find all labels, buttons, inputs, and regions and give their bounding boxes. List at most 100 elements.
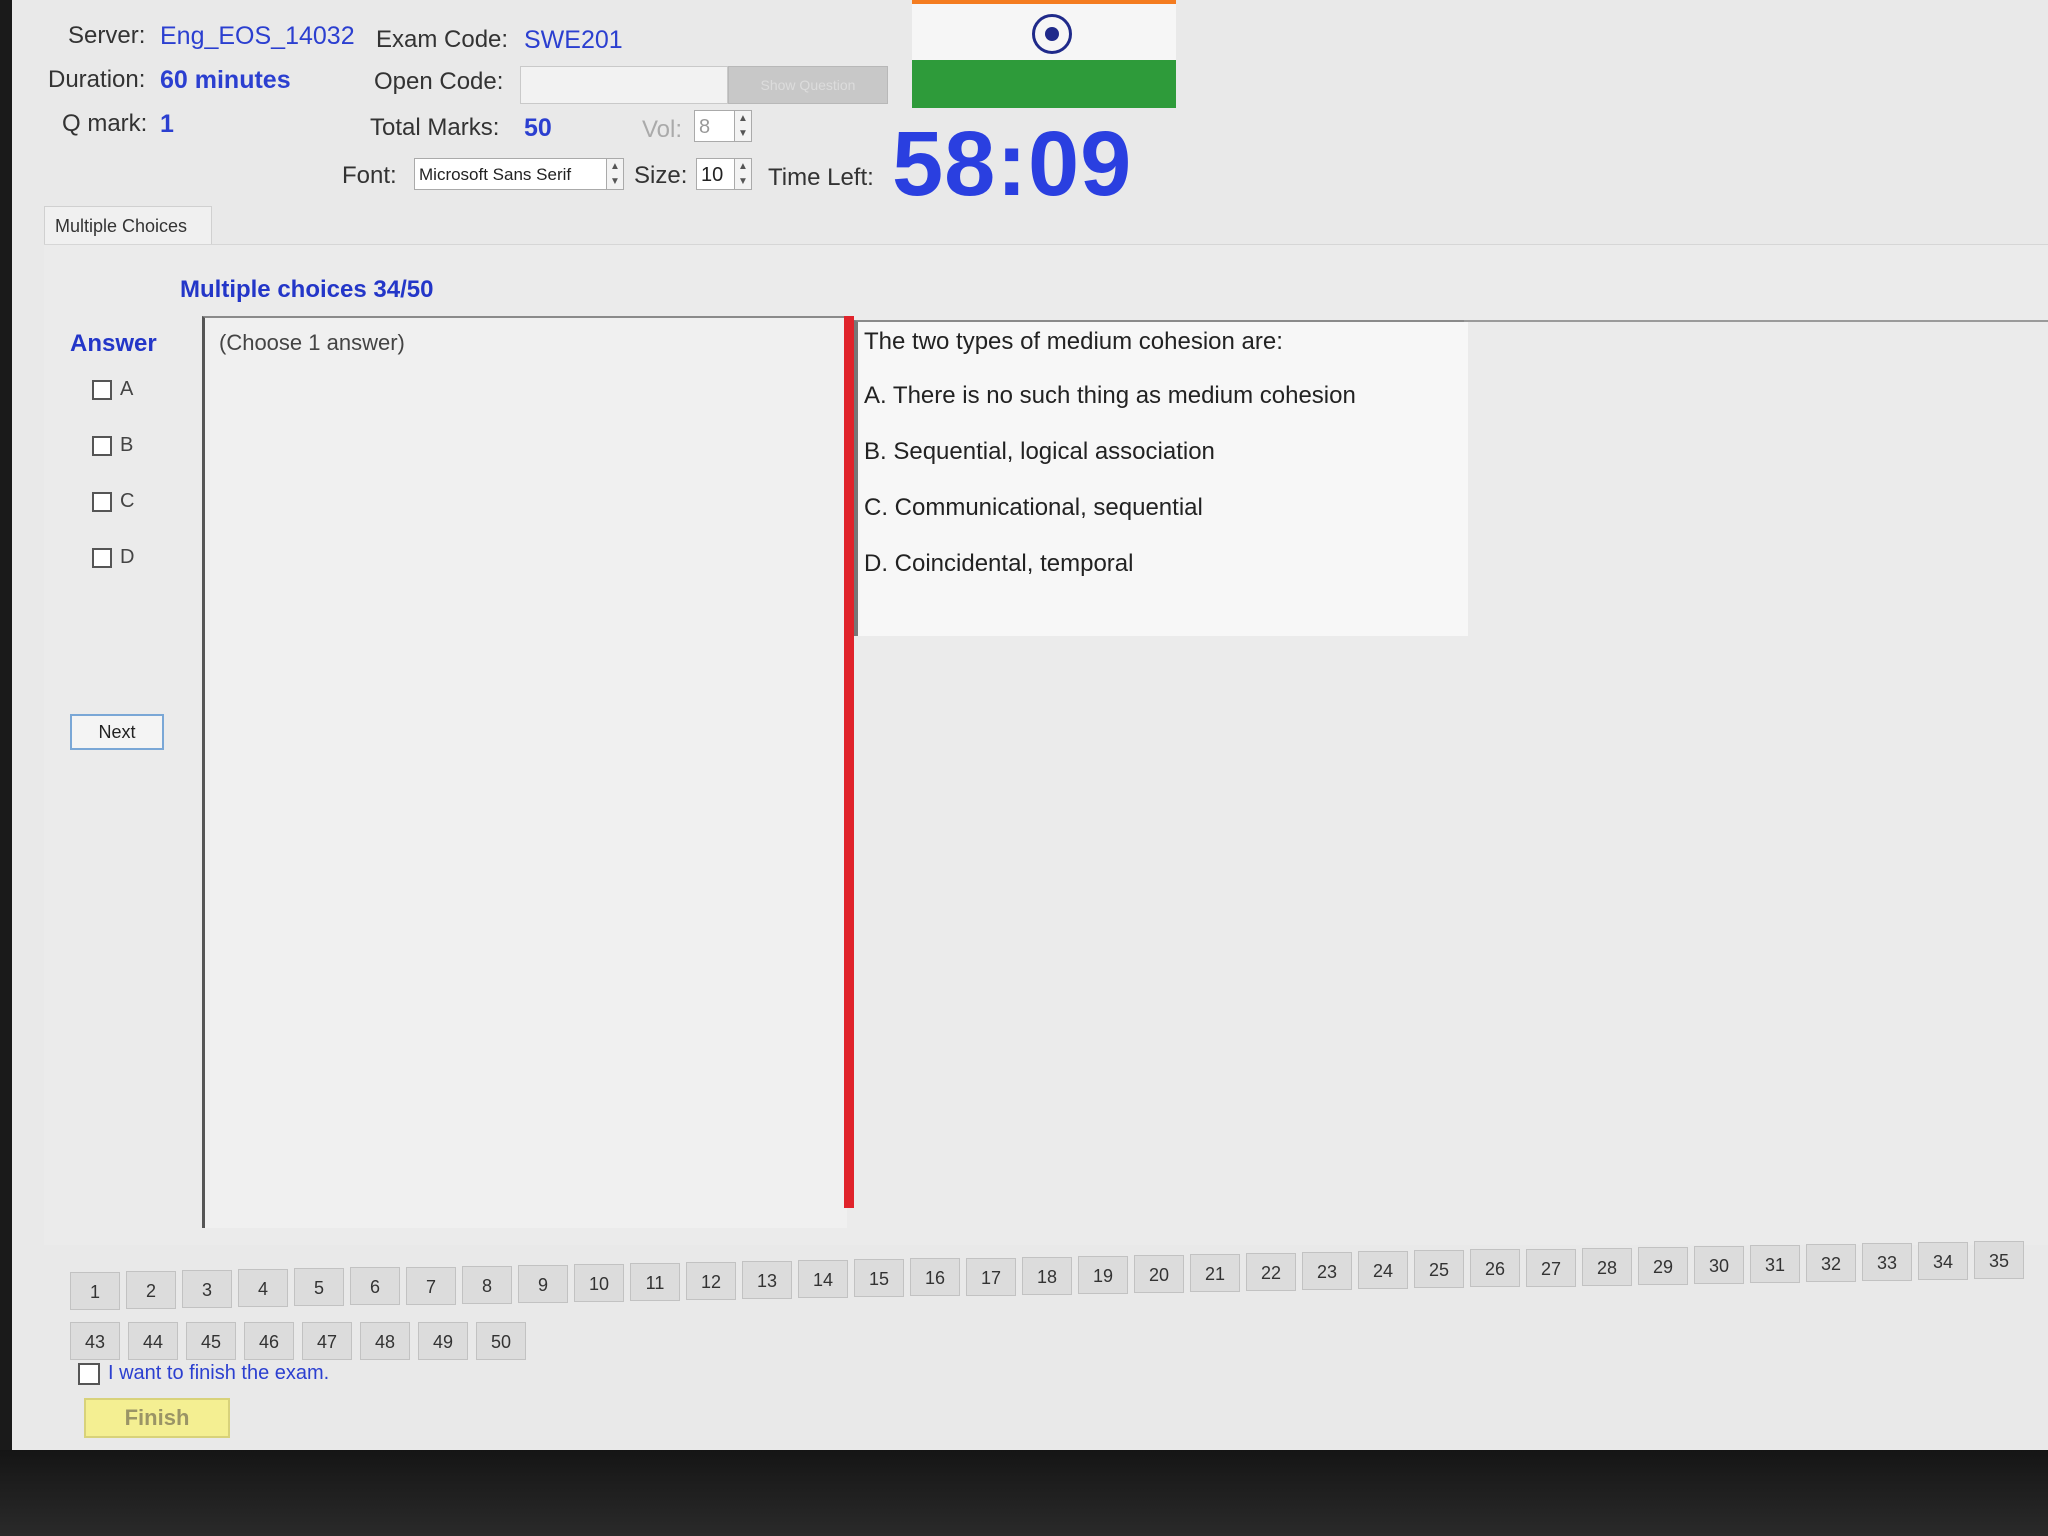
- question-nav-button[interactable]: 9: [518, 1265, 568, 1303]
- question-option-b: B. Sequential, logical association: [864, 438, 1215, 465]
- total-marks-label: Total Marks:: [370, 114, 500, 141]
- checkbox-icon[interactable]: [92, 491, 112, 512]
- open-code-input[interactable]: [520, 66, 728, 104]
- tab-multiple-choices[interactable]: Multiple Choices: [44, 206, 212, 244]
- duration-label: Duration:: [48, 66, 146, 93]
- question-nav-button[interactable]: 28: [1582, 1248, 1632, 1286]
- qmark-label: Q mark:: [62, 110, 148, 137]
- question-nav-button[interactable]: 6: [350, 1267, 400, 1305]
- font-value: Microsoft Sans Serif: [419, 165, 572, 184]
- question-nav-button[interactable]: 24: [1358, 1251, 1408, 1289]
- checkbox-icon[interactable]: [92, 379, 112, 400]
- finish-exam-checkbox[interactable]: I want to finish the exam.: [78, 1362, 329, 1385]
- answer-option-c[interactable]: C: [92, 490, 134, 513]
- question-nav-button[interactable]: 48: [360, 1322, 410, 1360]
- size-spinner[interactable]: 10 ▲ ▼: [696, 158, 752, 190]
- checkbox-icon[interactable]: [78, 1362, 100, 1385]
- answer-option-b[interactable]: B: [92, 434, 133, 457]
- answer-option-d[interactable]: D: [92, 546, 134, 569]
- monitor-bezel: [0, 1450, 2048, 1536]
- show-question-button[interactable]: Show Question: [728, 66, 888, 104]
- question-nav-button[interactable]: 4: [238, 1269, 288, 1307]
- exam-code-value: SWE201: [524, 26, 623, 54]
- question-nav-button[interactable]: 33: [1862, 1243, 1912, 1281]
- total-marks-value: 50: [524, 114, 552, 142]
- exam-window: Server: Eng_EOS_14032 Exam Code: SWE201 …: [12, 0, 2048, 1450]
- question-nav-button[interactable]: 1: [70, 1272, 120, 1310]
- question-nav-button[interactable]: 10: [574, 1264, 624, 1302]
- server-label: Server:: [68, 22, 146, 49]
- question-nav-button[interactable]: 19: [1078, 1256, 1128, 1294]
- next-button[interactable]: Next: [70, 714, 164, 750]
- answer-option-label: C: [120, 490, 135, 512]
- question-nav-button[interactable]: 27: [1526, 1249, 1576, 1287]
- question-nav-button[interactable]: 21: [1190, 1254, 1240, 1292]
- answer-option-label: D: [120, 546, 135, 568]
- question-nav-button[interactable]: 30: [1694, 1246, 1744, 1284]
- question-nav-button[interactable]: 35: [1974, 1241, 2024, 1279]
- question-nav-button[interactable]: 49: [418, 1322, 468, 1360]
- question-nav-button[interactable]: 46: [244, 1322, 294, 1360]
- question-box: The two types of medium cohesion are: A.…: [854, 320, 1468, 636]
- vol-spinner[interactable]: 8 ▲ ▼: [694, 110, 752, 142]
- question-area-border: [1464, 320, 2048, 322]
- finish-button[interactable]: Finish: [84, 1398, 230, 1438]
- question-nav-button[interactable]: 16: [910, 1258, 960, 1296]
- ashoka-chakra-icon: [1032, 14, 1072, 54]
- question-nav-button[interactable]: 7: [406, 1267, 456, 1305]
- panel-divider[interactable]: [844, 316, 854, 1208]
- question-nav-button[interactable]: 3: [182, 1270, 232, 1308]
- question-nav-button[interactable]: 17: [966, 1258, 1016, 1296]
- question-nav-button[interactable]: 32: [1806, 1244, 1856, 1282]
- spinner-arrows-icon[interactable]: ▲ ▼: [734, 159, 751, 189]
- exam-code-label: Exam Code:: [376, 26, 509, 53]
- size-label: Size:: [634, 162, 688, 189]
- question-nav-button[interactable]: 50: [476, 1322, 526, 1360]
- question-nav-button[interactable]: 14: [798, 1260, 848, 1298]
- spinner-arrows-icon[interactable]: ▲ ▼: [606, 159, 623, 189]
- question-nav-button[interactable]: 31: [1750, 1245, 1800, 1283]
- question-option-c: C. Communicational, sequential: [864, 494, 1203, 521]
- time-left-timer: 58:09: [892, 113, 1133, 215]
- question-nav-button[interactable]: 25: [1414, 1250, 1464, 1288]
- question-nav-button[interactable]: 12: [686, 1262, 736, 1300]
- india-flag-icon: [912, 0, 1176, 108]
- question-nav-button[interactable]: 20: [1134, 1255, 1184, 1293]
- answer-option-a[interactable]: A: [92, 378, 133, 401]
- finish-exam-label: I want to finish the exam.: [108, 1362, 330, 1384]
- question-nav-button[interactable]: 5: [294, 1268, 344, 1306]
- question-nav-button[interactable]: 18: [1022, 1257, 1072, 1295]
- question-progress-heading: Multiple choices 34/50: [180, 276, 434, 303]
- question-nav-button[interactable]: 15: [854, 1259, 904, 1297]
- question-nav-button[interactable]: 11: [630, 1263, 680, 1301]
- duration-value: 60 minutes: [160, 66, 291, 94]
- time-left-label: Time Left:: [768, 164, 874, 191]
- question-nav-button[interactable]: 47: [302, 1322, 352, 1360]
- question-nav-button[interactable]: 2: [126, 1271, 176, 1309]
- server-value: Eng_EOS_14032: [160, 22, 355, 50]
- spinner-arrows-icon[interactable]: ▲ ▼: [734, 111, 751, 141]
- answer-label: Answer: [70, 330, 157, 357]
- answer-hint: (Choose 1 answer): [219, 330, 405, 355]
- question-nav-button[interactable]: 23: [1302, 1252, 1352, 1290]
- question-nav-button[interactable]: 44: [128, 1322, 178, 1360]
- vol-value: 8: [699, 116, 711, 138]
- answer-area: (Choose 1 answer): [202, 316, 847, 1228]
- font-select[interactable]: Microsoft Sans Serif ▲ ▼: [414, 158, 624, 190]
- checkbox-icon[interactable]: [92, 435, 112, 456]
- font-label: Font:: [342, 162, 397, 189]
- question-nav-button[interactable]: 8: [462, 1266, 512, 1304]
- qmark-value: 1: [160, 110, 174, 138]
- question-nav-button[interactable]: 13: [742, 1261, 792, 1299]
- checkbox-icon[interactable]: [92, 547, 112, 568]
- question-nav-button[interactable]: 29: [1638, 1247, 1688, 1285]
- question-option-d: D. Coincidental, temporal: [864, 550, 1134, 577]
- answer-option-label: B: [120, 434, 134, 456]
- question-nav-button[interactable]: 43: [70, 1322, 120, 1360]
- vol-label: Vol:: [642, 116, 683, 143]
- question-nav-button[interactable]: 45: [186, 1322, 236, 1360]
- question-nav-button[interactable]: 26: [1470, 1249, 1520, 1287]
- question-nav-button[interactable]: 34: [1918, 1242, 1968, 1280]
- answer-option-label: A: [120, 378, 134, 400]
- question-nav-button[interactable]: 22: [1246, 1253, 1296, 1291]
